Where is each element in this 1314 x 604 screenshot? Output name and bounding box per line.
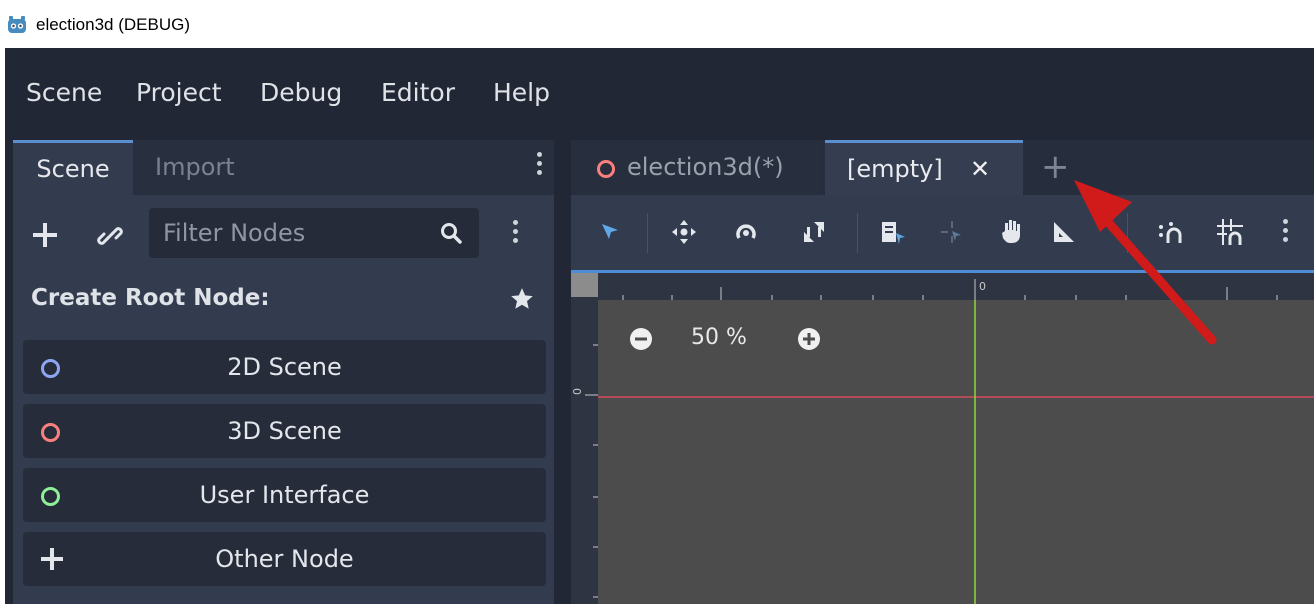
user-interface-label: User Interface: [199, 481, 370, 509]
other-node-label: Other Node: [215, 545, 354, 573]
list-select-icon[interactable]: [879, 219, 907, 247]
move-mode-icon[interactable]: [671, 219, 697, 245]
zoom-out-icon[interactable]: [629, 327, 653, 351]
menu-scene[interactable]: Scene: [26, 75, 102, 111]
ruler-origin-label-top: 0: [979, 280, 986, 293]
title-bar: election3d (DEBUG): [0, 0, 1314, 48]
3d-scene-label: 3D Scene: [227, 417, 342, 445]
node3d-circle-icon: [597, 160, 615, 178]
dock-tab-bar: Scene Import: [13, 140, 554, 195]
menu-debug[interactable]: Debug: [260, 75, 342, 111]
create-root-node-label: Create Root Node:: [31, 285, 270, 311]
2d-scene-button[interactable]: 2D Scene: [23, 340, 546, 394]
tab-empty[interactable]: [empty] ✕: [825, 140, 1023, 195]
pivot-icon[interactable]: [939, 219, 965, 245]
menu-editor[interactable]: Editor: [381, 75, 455, 111]
tab-scene[interactable]: Scene: [13, 140, 133, 195]
scale-mode-icon[interactable]: [801, 219, 827, 245]
ruler-corner: [571, 273, 598, 297]
rotate-mode-icon[interactable]: [733, 219, 759, 245]
scene-dock: Scene Import Create Root Node: 2D Scene: [13, 140, 554, 604]
zoom-level[interactable]: 50 %: [691, 325, 747, 350]
toolbar-more-icon[interactable]: [1283, 219, 1289, 246]
filter-nodes-input[interactable]: [163, 216, 433, 250]
dock-menu-icon[interactable]: [537, 152, 543, 179]
close-tab-icon[interactable]: ✕: [970, 143, 990, 195]
tab-empty-label: [empty]: [847, 155, 943, 183]
annotation-arrow: [1074, 180, 1217, 345]
filter-nodes-field[interactable]: [149, 208, 479, 258]
ruler-origin-label-left: 0: [571, 388, 584, 395]
tab-election3d-label: election3d(*): [627, 153, 784, 181]
window-title: election3d (DEBUG): [36, 15, 191, 34]
tab-import[interactable]: Import: [155, 140, 235, 195]
menu-project[interactable]: Project: [136, 75, 222, 111]
godot-logo-icon: [8, 16, 26, 33]
menu-help[interactable]: Help: [493, 75, 550, 111]
tab-election3d[interactable]: election3d(*): [571, 140, 821, 195]
left-ruler: [571, 273, 598, 604]
instance-scene-link-icon[interactable]: [97, 223, 123, 249]
pan-hand-icon[interactable]: [999, 217, 1025, 245]
scene-tree-menu-icon[interactable]: [513, 220, 519, 247]
user-interface-button[interactable]: User Interface: [23, 468, 546, 522]
search-icon: [441, 223, 462, 244]
select-mode-icon[interactable]: [599, 221, 621, 243]
favorites-star-icon[interactable]: [509, 286, 535, 312]
menu-bar: Scene Project Debug Editor Help: [5, 48, 1314, 140]
3d-scene-button[interactable]: 3D Scene: [23, 404, 546, 458]
zoom-in-icon[interactable]: [797, 327, 821, 351]
add-node-icon[interactable]: [31, 221, 59, 249]
2d-scene-label: 2D Scene: [227, 353, 342, 381]
other-node-button[interactable]: Other Node: [23, 532, 546, 586]
